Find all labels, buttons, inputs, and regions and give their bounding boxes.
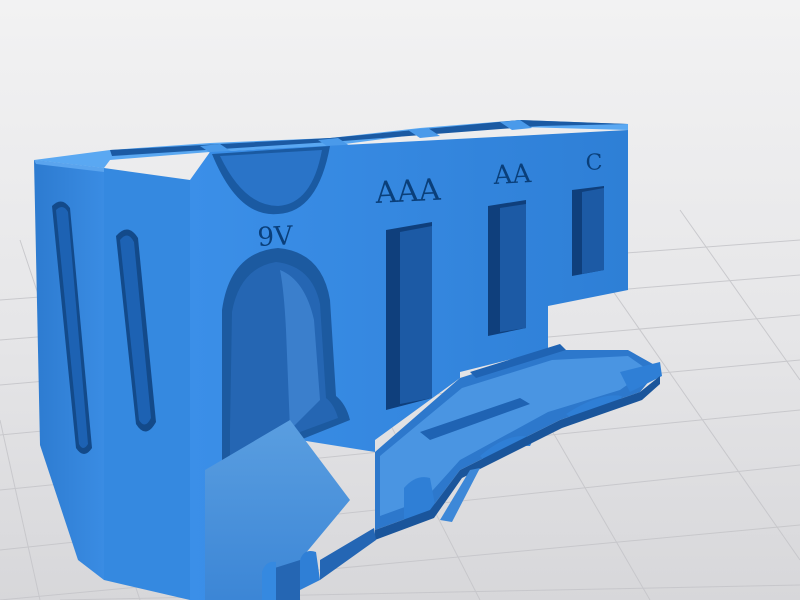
battery-holder-render: 9V AAA AA C (0, 0, 800, 600)
left-end-face (104, 168, 190, 600)
label-9v: 9V (257, 221, 295, 253)
aa-window (488, 200, 526, 336)
c-window (572, 186, 604, 276)
label-c: C (585, 150, 603, 176)
label-aaa: AAA (374, 173, 442, 211)
label-aa: AA (492, 159, 533, 191)
aaa-window (386, 222, 432, 410)
